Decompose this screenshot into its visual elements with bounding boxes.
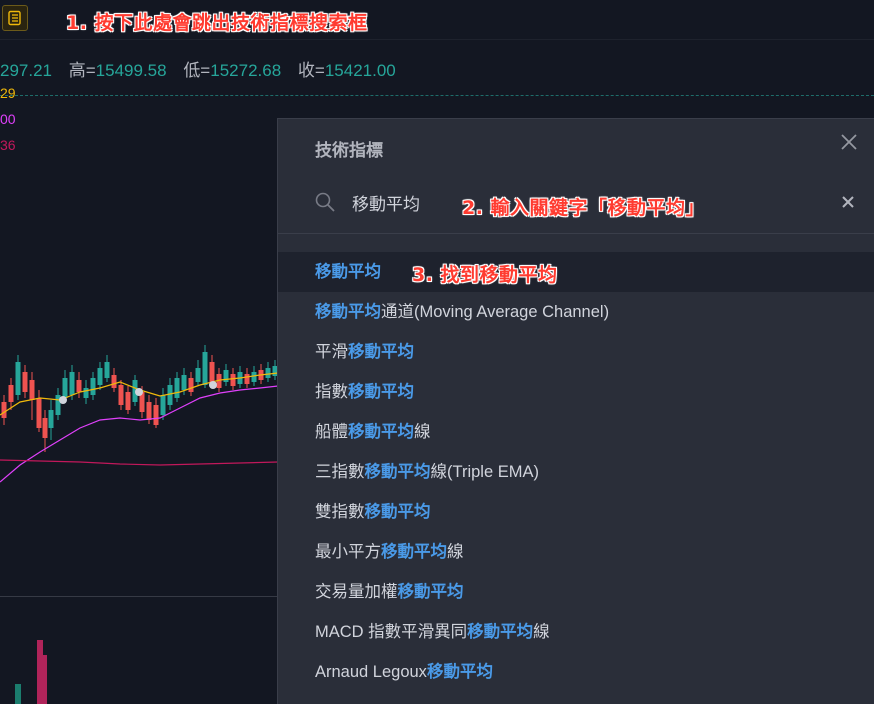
candle-body [104,362,110,378]
annotation-step-1: 1. 按下此處會跳出技術指標搜索框 [66,12,368,34]
candle-body [167,385,173,405]
result-item[interactable]: MACD 指數平滑異同移動平均線 [278,612,874,652]
ma-slow-line [0,459,278,466]
result-item[interactable]: 雙指數移動平均 [278,492,874,532]
candle-body [181,375,187,390]
result-keyword: 移動平均 [315,303,381,321]
candle-body [22,372,28,392]
search-icon [315,192,335,212]
marker-dot [209,381,217,389]
candle-body [230,374,236,386]
close-icon[interactable] [838,131,860,153]
clear-icon[interactable] [839,193,857,211]
candle-body [251,372,257,382]
candle-body [111,375,117,388]
pane-separator [0,596,278,597]
candle-body [97,368,103,385]
candle-body [195,368,201,382]
marker-dot [135,388,143,396]
result-prefix: 雙指數 [315,503,365,521]
result-suffix: 線 [447,543,464,561]
ma-mid-line [0,385,278,483]
result-item[interactable]: 移動平均 [278,252,874,292]
result-item[interactable]: Arnaud Legoux移動平均 [278,652,874,692]
result-prefix: 船體 [315,423,348,441]
result-keyword: 移動平均 [348,343,414,361]
marker-dot [59,396,67,404]
candle-body [202,352,208,385]
result-item[interactable]: 交易量加權移動平均 [278,572,874,612]
chart-app: 297.21 高=15499.58 低=15272.68 收=15421.00 … [0,0,874,704]
candle-body [42,418,48,438]
candle-body [160,395,166,415]
result-prefix: 指數 [315,383,348,401]
result-item[interactable]: 指數移動平均 [278,372,874,412]
close-value: 15421.00 [324,61,396,80]
result-prefix: MACD 指數平滑異同 [315,623,468,641]
result-keyword: 移動平均 [364,503,431,521]
candle-body [188,378,194,392]
candle-body [36,398,42,428]
candle-body [48,410,54,428]
result-prefix: 交易量加權 [315,583,398,601]
result-keyword: 移動平均 [364,463,431,481]
result-item[interactable]: 船體移動平均線 [278,412,874,452]
candle-body [76,380,82,392]
candle-body [83,388,89,398]
candle-body [62,378,68,398]
volume-bar [15,684,21,704]
candle-body [29,380,35,400]
result-item[interactable]: 移動平均通道(Moving Average Channel) [278,292,874,332]
candle-body [15,362,21,395]
result-suffix: 通道(Moving Average Channel) [381,303,610,321]
candle-body [8,385,14,402]
result-keyword: 移動平均 [348,423,414,441]
close-label: 收= [297,61,325,80]
annotation-step-2: 2. 輸入關鍵字「移動平均」 [462,197,706,219]
result-prefix: 三指數 [315,463,365,481]
candle-body [265,368,271,378]
result-keyword: 移動平均 [426,663,493,681]
candle-body [244,374,250,384]
result-suffix: 線(Triple EMA) [430,463,539,481]
candle-body [118,385,124,405]
candle-body [1,402,7,418]
result-keyword: 移動平均 [315,263,381,281]
candle-body [209,362,215,382]
result-keyword: 移動平均 [467,623,534,641]
candle-body [90,378,96,395]
result-keyword: 移動平均 [348,383,414,401]
result-prefix: 最小平方 [315,543,381,561]
result-item[interactable]: 最小平方移動平均線 [278,532,874,572]
dialog-title: 技術指標 [315,141,383,160]
results-list: 移動平均 移動平均通道(Moving Average Channel) 平滑移動平均… [278,252,874,692]
result-keyword: 移動平均 [397,583,464,601]
candle-body [69,372,75,395]
candle-body [146,402,152,420]
candle-body [125,392,131,410]
price-chart[interactable] [0,0,278,704]
result-suffix: 線 [533,623,550,641]
result-item[interactable]: 三指數移動平均線(Triple EMA) [278,452,874,492]
annotation-step-3: 3. 找到移動平均 [412,264,558,286]
result-item[interactable]: 平滑移動平均 [278,332,874,372]
candle-body [223,370,229,382]
result-keyword: 移動平均 [381,543,447,561]
result-prefix: Arnaud Legoux [315,663,427,681]
result-suffix: 線 [414,423,431,441]
volume-bar [41,655,47,704]
result-prefix: 平滑 [315,343,348,361]
candle-body [153,405,159,425]
candle-body [174,378,180,398]
